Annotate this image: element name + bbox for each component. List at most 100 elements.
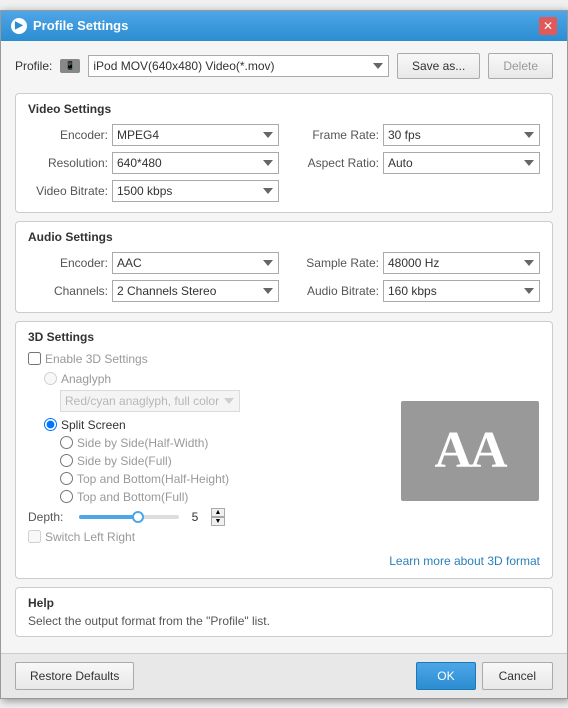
video-right-col: Frame Rate: 30 fps Aspect Ratio: Auto [289,124,540,202]
audio-bitrate-row: Audio Bitrate: 160 kbps [289,280,540,302]
depth-decrement-button[interactable]: ▼ [211,517,225,526]
audio-settings-title: Audio Settings [28,230,540,244]
switch-lr-row: Switch Left Right [28,530,390,544]
sample-rate-select[interactable]: 48000 Hz [383,252,540,274]
resolution-row: Resolution: 640*480 [28,152,279,174]
delete-button[interactable]: Delete [488,53,553,79]
help-section: Help Select the output format from the "… [15,587,553,637]
dialog-footer: Restore Defaults OK Cancel [1,653,567,698]
frame-rate-label: Frame Rate: [289,128,379,142]
restore-defaults-button[interactable]: Restore Defaults [15,662,134,690]
audio-bitrate-label: Audio Bitrate: [289,284,379,298]
aspect-ratio-label: Aspect Ratio: [289,156,379,170]
depth-spinner: ▲ ▼ [211,508,225,526]
channels-select[interactable]: 2 Channels Stereo [112,280,279,302]
footer-right: OK Cancel [416,662,553,690]
depth-label: Depth: [28,510,73,524]
aspect-ratio-select[interactable]: Auto [383,152,540,174]
video-bitrate-row: Video Bitrate: 1500 kbps [28,180,279,202]
cancel-button[interactable]: Cancel [482,662,553,690]
encoder-label: Encoder: [28,128,108,142]
settings-3d-section: 3D Settings Enable 3D Settings Anaglyph [15,321,553,579]
sbs-half-radio[interactable] [60,436,73,449]
settings-3d-right: AA [400,352,540,550]
close-button[interactable]: ✕ [539,17,557,35]
preview-text: AA [434,421,505,480]
title-bar-left: ▶ Profile Settings [11,18,128,34]
tb-full-row: Top and Bottom(Full) [60,490,390,504]
preview-box: AA [401,401,539,501]
tb-half-label[interactable]: Top and Bottom(Half-Height) [77,472,229,486]
settings-3d-left: Enable 3D Settings Anaglyph Red/cyan ana… [28,352,390,550]
anaglyph-radio[interactable] [44,372,57,385]
anaglyph-select-row: Red/cyan anaglyph, full color [60,390,390,412]
tb-half-row: Top and Bottom(Half-Height) [60,472,390,486]
channels-row: Channels: 2 Channels Stereo [28,280,279,302]
tb-half-radio[interactable] [60,472,73,485]
aspect-ratio-row: Aspect Ratio: Auto [289,152,540,174]
help-text: Select the output format from the "Profi… [28,614,540,628]
depth-increment-button[interactable]: ▲ [211,508,225,517]
sample-rate-row: Sample Rate: 48000 Hz [289,252,540,274]
ok-button[interactable]: OK [416,662,475,690]
audio-encoder-label: Encoder: [28,256,108,270]
profile-label: Profile: [15,59,52,73]
dialog-title: Profile Settings [33,18,128,33]
switch-lr-label[interactable]: Switch Left Right [45,530,135,544]
dialog-body: Profile: 📱 iPod MOV(640x480) Video(*.mov… [1,41,567,653]
tb-full-radio[interactable] [60,490,73,503]
audio-encoder-row: Encoder: AAC [28,252,279,274]
audio-left-col: Encoder: AAC Channels: 2 Channels Stereo [28,252,279,302]
audio-settings-grid: Encoder: AAC Channels: 2 Channels Stereo [28,252,540,302]
title-bar: ▶ Profile Settings ✕ [1,11,567,41]
enable-3d-label[interactable]: Enable 3D Settings [45,352,148,366]
learn-more-row: Learn more about 3D format [28,554,540,568]
video-bitrate-label: Video Bitrate: [28,184,108,198]
resolution-label: Resolution: [28,156,108,170]
save-as-button[interactable]: Save as... [397,53,480,79]
sample-rate-label: Sample Rate: [289,256,379,270]
app-icon: ▶ [11,18,27,34]
audio-bitrate-select[interactable]: 160 kbps [383,280,540,302]
enable-3d-checkbox[interactable] [28,352,41,365]
sbs-full-label[interactable]: Side by Side(Full) [77,454,172,468]
frame-rate-row: Frame Rate: 30 fps [289,124,540,146]
tb-full-label[interactable]: Top and Bottom(Full) [77,490,188,504]
audio-right-col: Sample Rate: 48000 Hz Audio Bitrate: 160… [289,252,540,302]
dialog-window: ▶ Profile Settings ✕ Profile: 📱 iPod MOV… [0,10,568,699]
audio-encoder-select[interactable]: AAC [112,252,279,274]
switch-lr-checkbox[interactable] [28,530,41,543]
split-screen-radio[interactable] [44,418,57,431]
depth-slider-thumb[interactable] [132,511,144,523]
video-left-col: Encoder: MPEG4 Resolution: 640*480 Video… [28,124,279,202]
frame-rate-select[interactable]: 30 fps [383,124,540,146]
video-settings-section: Video Settings Encoder: MPEG4 Resolution… [15,93,553,213]
sbs-full-radio[interactable] [60,454,73,467]
resolution-select[interactable]: 640*480 [112,152,279,174]
sbs-full-row: Side by Side(Full) [60,454,390,468]
sbs-half-row: Side by Side(Half-Width) [60,436,390,450]
anaglyph-label[interactable]: Anaglyph [61,372,111,386]
split-screen-label[interactable]: Split Screen [61,418,126,432]
anaglyph-row: Anaglyph [44,372,390,386]
settings-3d-inner: Enable 3D Settings Anaglyph Red/cyan ana… [28,352,540,550]
enable-3d-row: Enable 3D Settings [28,352,390,366]
learn-more-link[interactable]: Learn more about 3D format [389,554,540,568]
audio-settings-section: Audio Settings Encoder: AAC Channels: 2 … [15,221,553,313]
sbs-half-label[interactable]: Side by Side(Half-Width) [77,436,208,450]
settings-3d-title: 3D Settings [28,330,540,344]
channels-label: Channels: [28,284,108,298]
profile-row: Profile: 📱 iPod MOV(640x480) Video(*.mov… [15,49,553,83]
split-screen-row: Split Screen [44,418,390,432]
video-settings-grid: Encoder: MPEG4 Resolution: 640*480 Video… [28,124,540,202]
help-title: Help [28,596,540,610]
profile-type-icon: 📱 [60,59,80,73]
video-bitrate-select[interactable]: 1500 kbps [112,180,279,202]
anaglyph-type-select: Red/cyan anaglyph, full color [60,390,240,412]
profile-select[interactable]: iPod MOV(640x480) Video(*.mov) [88,55,389,77]
depth-slider-fill [79,515,134,519]
encoder-select[interactable]: MPEG4 [112,124,279,146]
depth-row: Depth: 5 ▲ ▼ [28,508,390,526]
depth-slider-track[interactable] [79,515,179,519]
video-settings-title: Video Settings [28,102,540,116]
